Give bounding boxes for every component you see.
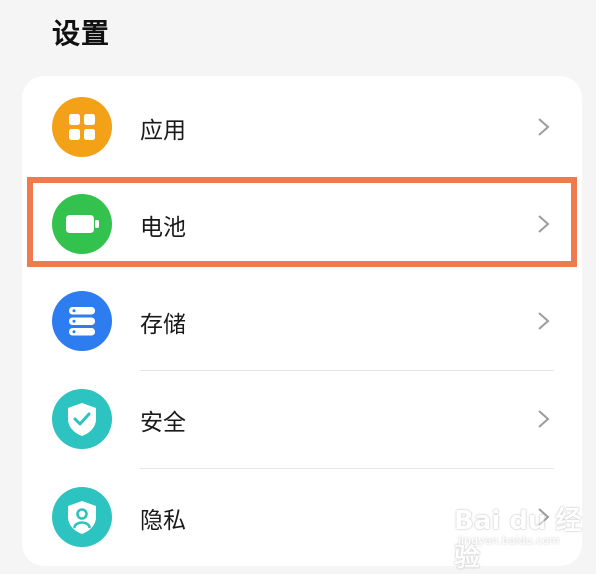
settings-item-battery[interactable]: 电池: [22, 175, 582, 273]
watermark-url: jingyan.baidu.com: [458, 534, 560, 547]
battery-icon: [52, 194, 112, 254]
settings-item-label: 应用: [140, 118, 186, 144]
settings-item-label: 隐私: [140, 508, 186, 534]
chevron-right-icon: [538, 312, 550, 330]
storage-icon: [52, 291, 112, 351]
settings-item-label: 存储: [140, 312, 186, 338]
page-title: 设置: [52, 17, 111, 50]
settings-item-security[interactable]: 安全: [22, 370, 582, 468]
chevron-right-icon: [538, 215, 550, 233]
settings-item-label: 电池: [140, 215, 186, 241]
settings-item-label: 安全: [140, 410, 186, 436]
settings-item-apps[interactable]: 应用: [22, 78, 582, 176]
security-shield-icon: [52, 389, 112, 449]
chevron-right-icon: [538, 410, 550, 428]
chevron-right-icon: [538, 118, 550, 136]
settings-item-storage[interactable]: 存储: [22, 272, 582, 370]
baidu-watermark: Bai du 经验 jingyan.baidu.com: [452, 498, 582, 573]
apps-grid-icon: [52, 97, 112, 157]
privacy-shield-icon: [52, 487, 112, 547]
